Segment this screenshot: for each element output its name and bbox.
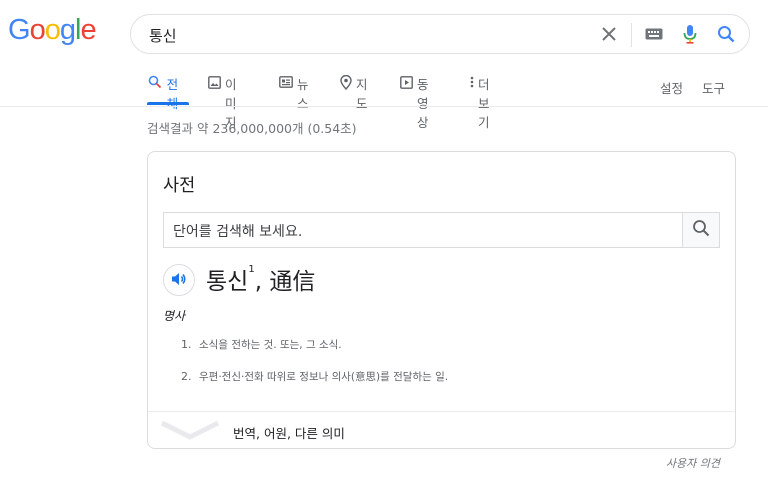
tab-label: 더보기 (478, 77, 490, 130)
dictionary-search-placeholder[interactable]: 단어를 검색해 보세요. (173, 221, 302, 241)
result-stats: 검색결과 약 236,000,000개 (0.54초) (147, 121, 357, 136)
chevron-down-icon[interactable] (160, 420, 220, 442)
definition-number: 1. (181, 338, 192, 351)
mic-icon[interactable] (680, 24, 700, 44)
pronunciation-button[interactable] (163, 264, 195, 296)
news-icon (279, 74, 293, 90)
dictionary-card: 사전 단어를 검색해 보세요. 통신1, 通信 명사 1. 소식을 전하는 것. … (147, 151, 736, 449)
search-bar[interactable]: 통신 (130, 14, 750, 54)
settings-link[interactable]: 설정 (660, 78, 683, 97)
close-icon[interactable] (599, 24, 619, 44)
search-icon (147, 74, 163, 90)
card-divider (148, 411, 735, 412)
search-divider (631, 23, 632, 47)
headword-hanja: , 通信 (254, 269, 316, 295)
part-of-speech: 명사 (163, 309, 186, 323)
more-meanings-link[interactable]: 번역, 어원, 다른 의미 (233, 423, 345, 442)
more-vert-icon (470, 74, 474, 90)
logo-letter: e (80, 14, 96, 46)
definition-number: 2. (181, 370, 192, 383)
tools-link[interactable]: 도구 (702, 78, 725, 97)
tab-all[interactable]: 전체 (147, 74, 189, 111)
feedback-link[interactable]: 사용자 의견 (666, 455, 720, 471)
logo-letter: G (8, 14, 31, 46)
headword-text: 통신 (206, 269, 249, 295)
tab-images[interactable]: 이미지 (208, 74, 240, 130)
logo-letter: o (44, 14, 61, 46)
image-icon (208, 74, 221, 90)
map-pin-icon (340, 74, 352, 90)
definition-text: 소식을 전하는 것. 또는, 그 소식. (199, 339, 342, 351)
tabs-divider (0, 106, 768, 107)
tab-maps[interactable]: 지도 (340, 74, 372, 111)
headword-superscript: 1 (248, 264, 255, 275)
headword: 통신1, 通信 (206, 262, 315, 296)
definition-text: 우편·전신·전화 따위로 정보나 의사(意思)를 전달하는 일. (199, 371, 449, 383)
definition-item: 2. 우편·전신·전화 따위로 정보나 의사(意思)를 전달하는 일. (181, 369, 448, 384)
definition-item: 1. 소식을 전하는 것. 또는, 그 소식. (181, 337, 342, 352)
search-input[interactable]: 통신 (149, 25, 177, 46)
search-icon[interactable] (716, 24, 736, 44)
tab-news[interactable]: 뉴스 (279, 74, 311, 111)
tab-videos[interactable]: 동영상 (400, 74, 432, 130)
google-logo[interactable]: Google (8, 14, 97, 47)
logo-letter: o (29, 14, 46, 46)
dictionary-title: 사전 (163, 176, 196, 196)
video-icon (400, 74, 413, 90)
search-icon (692, 219, 710, 241)
tab-more[interactable]: 더보기 (470, 74, 494, 130)
keyboard-icon[interactable] (644, 24, 664, 44)
logo-letter: g (59, 14, 76, 46)
speaker-icon (171, 271, 187, 290)
dictionary-search-button[interactable] (682, 213, 719, 247)
tab-label: 동영상 (417, 77, 429, 130)
dictionary-search-field[interactable]: 단어를 검색해 보세요. (163, 212, 720, 248)
